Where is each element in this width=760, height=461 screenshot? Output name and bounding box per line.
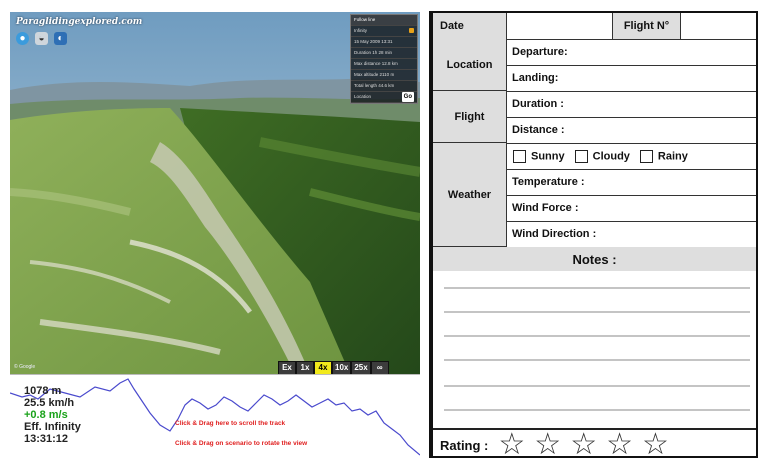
info-row: Duration 1h 28 min bbox=[351, 48, 417, 59]
wind-direction-label: Wind Direction : bbox=[512, 228, 597, 240]
flight-info-panel: Follow line Infinity 15 May 2009 13:31 D… bbox=[350, 14, 418, 104]
time-readout: 13:31:12 bbox=[24, 433, 69, 445]
info-row: Max altitude 2110 m bbox=[351, 70, 417, 81]
altitude-readout: 1078 m bbox=[24, 385, 62, 397]
info-row: Total length 44.6 km bbox=[351, 81, 417, 92]
speed-button-infinite[interactable]: ∞ bbox=[370, 361, 389, 374]
duration-row[interactable]: Duration : bbox=[507, 91, 756, 118]
sunny-option[interactable]: Sunny bbox=[513, 149, 565, 163]
wind-direction-row[interactable]: Wind Direction : bbox=[507, 221, 756, 248]
info-row: 15 May 2009 13:31 bbox=[351, 37, 417, 48]
map-copyright: © Google bbox=[14, 364, 36, 370]
star-icon[interactable]: ☆ bbox=[642, 430, 669, 460]
wind-force-label: Wind Force : bbox=[512, 202, 579, 214]
speed-button-25x[interactable]: 25x bbox=[351, 361, 371, 374]
departure-row[interactable]: Departure: bbox=[507, 39, 756, 66]
note-line bbox=[444, 287, 750, 289]
info-row: Max distance 12.8 km bbox=[351, 59, 417, 70]
date-row: Date Flight N° bbox=[433, 13, 756, 40]
site-logo: Paraglidingexplored.com bbox=[16, 17, 143, 27]
location-row: Location Go bbox=[351, 92, 417, 103]
terrain-3d-viewer[interactable]: Paraglidingexplored.com ● ◒ ◐ Follow lin… bbox=[10, 12, 420, 374]
star-icon[interactable]: ☆ bbox=[534, 430, 561, 460]
location-go-button[interactable]: Go bbox=[401, 92, 414, 102]
distance-row[interactable]: Distance : bbox=[507, 117, 756, 144]
location-group-label: Location bbox=[433, 39, 507, 91]
cloudy-option[interactable]: Cloudy bbox=[574, 149, 630, 163]
distance-label: Distance : bbox=[512, 124, 565, 136]
landing-row[interactable]: Landing: bbox=[507, 65, 756, 92]
dropdown-arrow-icon bbox=[409, 28, 414, 33]
star-icon[interactable]: ☆ bbox=[498, 430, 525, 460]
flight-log-form: Date Flight N° Location Departure: Landi… bbox=[429, 11, 758, 460]
efficiency-readout: Eff. Infinity bbox=[24, 421, 81, 433]
note-line bbox=[444, 359, 750, 361]
weather-options-row: Sunny Cloudy Rainy bbox=[507, 143, 756, 170]
notes-heading: Notes : bbox=[433, 247, 756, 272]
globe-icon[interactable]: ● bbox=[16, 32, 29, 45]
sunny-label: Sunny bbox=[531, 149, 565, 162]
playback-speed-bar: Ex 1x 4x 10x 25x ∞ bbox=[278, 361, 389, 374]
rating-row: Rating : ☆ ☆ ☆ ☆ ☆ bbox=[433, 428, 756, 460]
flight-number-field[interactable] bbox=[681, 13, 756, 39]
cloudy-label: Cloudy bbox=[592, 149, 630, 162]
elevation-profile[interactable]: 1078 m 25.5 km/h +0.8 m/s Eff. Infinity … bbox=[10, 374, 420, 460]
flight-stats: 1078 m 25.5 km/h +0.8 m/s Eff. Infinity … bbox=[24, 385, 81, 445]
info-row-label: Infinity bbox=[354, 28, 368, 33]
info-row[interactable]: Follow line bbox=[351, 15, 417, 26]
star-icon[interactable]: ☆ bbox=[570, 430, 597, 460]
wind-force-row[interactable]: Wind Force : bbox=[507, 195, 756, 222]
cloudy-checkbox[interactable] bbox=[574, 149, 588, 163]
speed-button-4x[interactable]: 4x bbox=[314, 361, 332, 374]
rating-label: Rating : bbox=[440, 437, 489, 453]
note-line bbox=[444, 335, 750, 337]
hint-rotate-view: Click & Drag on scenario to rotate the v… bbox=[175, 440, 308, 447]
star-icon[interactable]: ☆ bbox=[606, 430, 633, 460]
note-line bbox=[444, 311, 750, 313]
flight-number-label: Flight N° bbox=[613, 13, 681, 39]
flight-group-label: Flight bbox=[433, 91, 507, 143]
rainy-checkbox[interactable] bbox=[639, 149, 653, 163]
speed-button-ex[interactable]: Ex bbox=[278, 361, 296, 374]
rainy-label: Rainy bbox=[657, 149, 688, 162]
date-field[interactable] bbox=[507, 13, 613, 39]
date-label: Date bbox=[433, 13, 507, 39]
speed-button-1x[interactable]: 1x bbox=[296, 361, 314, 374]
location-label: Location bbox=[354, 94, 372, 99]
departure-label: Departure: bbox=[512, 46, 568, 58]
weather-group-label: Weather bbox=[433, 143, 507, 247]
rainy-option[interactable]: Rainy bbox=[639, 149, 688, 163]
note-line bbox=[444, 385, 750, 387]
landing-label: Landing: bbox=[512, 72, 559, 84]
speed-button-10x[interactable]: 10x bbox=[332, 361, 352, 374]
weather-checkbox-group: Sunny Cloudy Rainy bbox=[507, 149, 688, 163]
info-row-dropdown[interactable]: Infinity bbox=[351, 26, 417, 37]
sunny-checkbox[interactable] bbox=[513, 149, 526, 163]
vario-readout: +0.8 m/s bbox=[24, 409, 68, 421]
viewer-nav-icons: ● ◒ ◐ bbox=[16, 32, 67, 45]
weather-options: Sunny Cloudy Rainy bbox=[507, 143, 756, 169]
view-mode-icon[interactable]: ◐ bbox=[54, 32, 67, 45]
steering-wheel-icon[interactable]: ◒ bbox=[35, 32, 48, 45]
temperature-label: Temperature : bbox=[512, 176, 585, 188]
hint-scroll-track: Click & Drag here to scroll the track bbox=[175, 420, 286, 427]
temperature-row[interactable]: Temperature : bbox=[507, 169, 756, 196]
duration-label: Duration : bbox=[512, 98, 564, 110]
note-line bbox=[444, 409, 750, 411]
speed-readout: 25.5 km/h bbox=[24, 397, 75, 409]
